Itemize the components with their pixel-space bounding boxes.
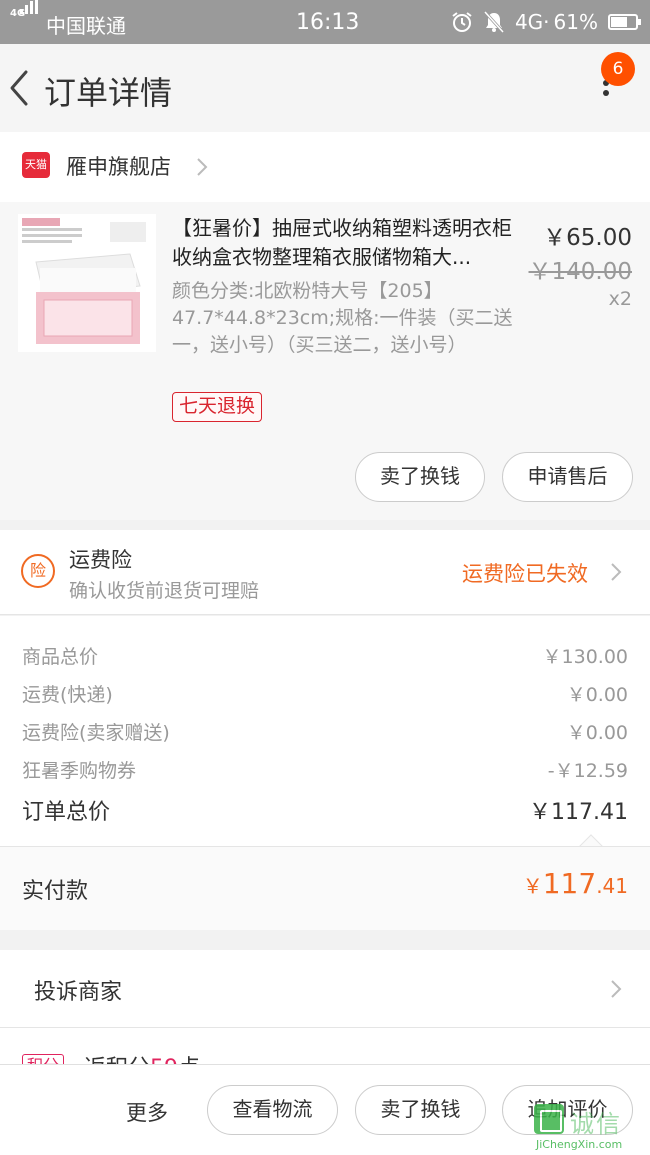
- summary-label: 运费险(卖家赠送): [22, 722, 170, 744]
- price-summary: 商品总价 ￥130.00 运费(快递) ￥0.00 运费险(卖家赠送) ￥0.0…: [0, 616, 650, 860]
- watermark-logo: 诚信 JiChengXin.com: [534, 1100, 646, 1152]
- product-quantity: x2: [608, 288, 632, 310]
- store-name: 雁申旗舰店: [66, 155, 171, 179]
- seven-day-return-tag: 七天退换: [172, 392, 263, 422]
- sell-for-cash-button[interactable]: 卖了换钱: [355, 1085, 486, 1135]
- summary-value: ￥0.00: [566, 684, 628, 706]
- chevron-right-icon: [611, 563, 622, 581]
- amount-paid-label: 实付款: [22, 879, 89, 904]
- amount-paid-row: 实付款 ￥117.41: [0, 846, 650, 930]
- status-bar: 4G 中国联通 16:13 4G· 61%: [0, 0, 650, 44]
- summary-row: 商品总价 ￥130.00: [22, 642, 628, 669]
- watermark-icon: [534, 1104, 564, 1134]
- points-row[interactable]: 积分 返积分59点: [0, 1028, 650, 1068]
- more-actions-button[interactable]: 更多: [126, 1097, 168, 1127]
- product-image[interactable]: [18, 214, 156, 352]
- complain-merchant-row[interactable]: 投诉商家: [0, 950, 650, 1028]
- mute-icon: [483, 11, 505, 33]
- product-sku: 颜色分类:北欧粉特大号【205】47.7*44.8*23cm;规格:一件装（买二…: [172, 280, 513, 356]
- summary-row: 运费险(卖家赠送) ￥0.00: [22, 718, 628, 745]
- insurance-icon: 险: [21, 554, 55, 588]
- order-total-label: 订单总价: [22, 800, 111, 825]
- amount-paid-value: ￥117.41: [522, 867, 628, 900]
- order-total-row: 订单总价 ￥117.41: [22, 794, 628, 826]
- view-logistics-button[interactable]: 查看物流: [207, 1085, 338, 1135]
- signal-icon: 4G: [10, 0, 38, 32]
- tmall-logo-icon: 天猫: [22, 152, 50, 178]
- summary-label: 运费(快递): [22, 684, 113, 706]
- alarm-icon: [451, 11, 473, 33]
- shipping-insurance-row[interactable]: 险 运费险 确认收货前退货可理赔 运费险已失效: [0, 530, 650, 615]
- top-nav-bar: 订单详情 6: [0, 44, 650, 132]
- page-title: 订单详情: [44, 74, 173, 112]
- summary-label: 商品总价: [22, 646, 99, 668]
- summary-row: 狂暑季购物券 -￥12.59: [22, 756, 628, 783]
- chevron-right-icon: [611, 980, 622, 998]
- clock: 16:13: [296, 10, 360, 35]
- sell-for-cash-button[interactable]: 卖了换钱: [355, 452, 485, 502]
- carrier-name: 中国联通: [46, 14, 126, 38]
- summary-value: ￥130.00: [542, 646, 628, 668]
- summary-row: 运费(快递) ￥0.00: [22, 680, 628, 707]
- battery-percent: 61%: [553, 10, 598, 34]
- chevron-left-icon: [10, 70, 28, 106]
- mobile-network: 4G·: [514, 10, 550, 34]
- summary-value: -￥12.59: [547, 760, 628, 782]
- order-total-value: ￥117.41: [529, 800, 628, 825]
- insurance-subtitle: 确认收货前退货可理赔: [69, 580, 260, 602]
- summary-label: 狂暑季购物券: [22, 760, 137, 782]
- chevron-right-icon: [197, 158, 208, 176]
- product-title[interactable]: 【狂暑价】抽屉式收纳箱塑料透明衣柜收纳盒衣物整理箱衣服储物箱大...: [172, 214, 526, 272]
- insurance-status: 运费险已失效: [462, 562, 588, 586]
- summary-value: ￥0.00: [566, 722, 628, 744]
- notification-badge: 6: [601, 52, 635, 86]
- insurance-title: 运费险: [69, 548, 132, 572]
- product-original-price: ￥140.00: [528, 259, 632, 285]
- request-after-sales-button[interactable]: 申请售后: [502, 452, 633, 502]
- product-card[interactable]: 【狂暑价】抽屉式收纳箱塑料透明衣柜收纳盒衣物整理箱衣服储物箱大... ￥65.0…: [0, 202, 650, 520]
- product-price: ￥65.00: [543, 225, 632, 251]
- battery-icon: [608, 14, 641, 30]
- complain-merchant-label: 投诉商家: [34, 980, 123, 1005]
- back-button[interactable]: [4, 66, 40, 110]
- store-row[interactable]: 天猫 雁申旗舰店: [0, 132, 650, 202]
